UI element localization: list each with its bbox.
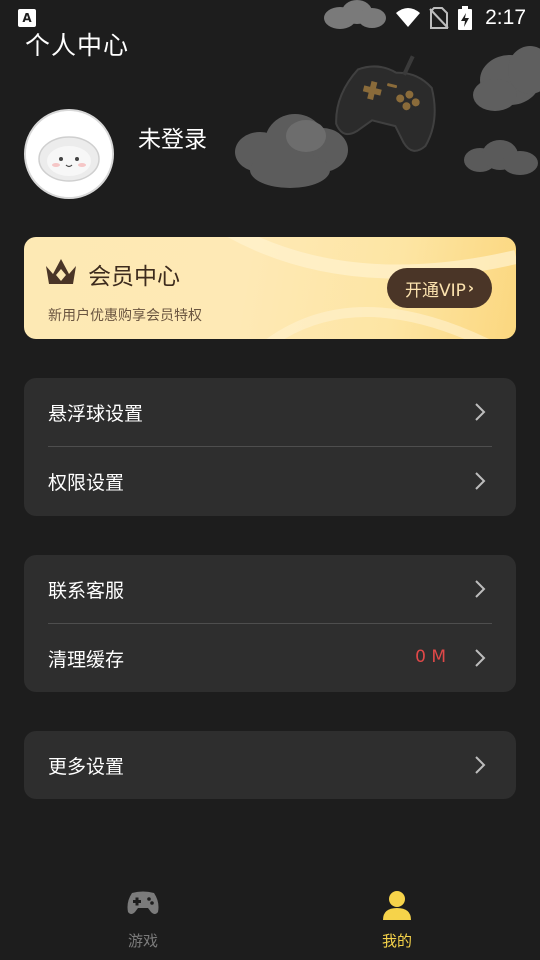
menu-item-label: 联系客服	[48, 580, 125, 602]
settings-card-2: 联系客服 清理缓存 0 M	[24, 555, 516, 692]
menu-item-label: 清理缓存	[48, 649, 125, 671]
open-vip-button[interactable]: 开通VIP ›	[387, 268, 492, 308]
floating-ball-settings-row[interactable]: 悬浮球设置	[24, 378, 516, 447]
chevron-right-icon	[475, 649, 486, 667]
gamepad-icon	[127, 891, 159, 914]
chevron-right-icon	[475, 403, 486, 421]
bottom-tab-bar: 游戏 我的	[0, 868, 540, 960]
chevron-right-icon	[475, 580, 486, 598]
chevron-right-icon	[475, 472, 486, 490]
screen: A 2:17 个人中心 未登录 会员中心 新用户优惠购享会员特权 开通VIP ›…	[0, 0, 540, 960]
vip-center-card[interactable]: 会员中心 新用户优惠购享会员特权 开通VIP ›	[24, 237, 516, 339]
vip-subtitle: 新用户优惠购享会员特权	[48, 308, 202, 324]
page-title: 个人中心	[25, 31, 130, 60]
more-settings-row[interactable]: 更多设置	[24, 731, 516, 800]
permission-settings-row[interactable]: 权限设置	[24, 447, 516, 516]
settings-card-1: 悬浮球设置 权限设置	[24, 378, 516, 516]
person-icon	[383, 891, 411, 920]
header-decoration-illustration	[235, 0, 540, 188]
tab-label: 我的	[381, 932, 412, 950]
menu-item-label: 悬浮球设置	[48, 403, 144, 425]
crown-icon	[46, 259, 76, 284]
menu-item-label: 权限设置	[48, 472, 125, 494]
avatar-mascot-icon	[26, 111, 112, 197]
chevron-right-icon: ›	[467, 279, 475, 297]
contact-support-row[interactable]: 联系客服	[24, 555, 516, 624]
tab-mine[interactable]: 我的	[262, 868, 532, 960]
vip-title: 会员中心	[88, 264, 180, 290]
tab-games[interactable]: 游戏	[8, 868, 278, 960]
cache-size-value: 0 M	[415, 647, 446, 667]
tab-label: 游戏	[127, 932, 158, 950]
chevron-right-icon	[475, 756, 486, 774]
app-notification-icon: A	[18, 9, 36, 27]
login-status-text[interactable]: 未登录	[138, 120, 207, 154]
settings-card-3: 更多设置	[24, 731, 516, 799]
clear-cache-row[interactable]: 清理缓存 0 M	[24, 624, 516, 693]
open-vip-label: 开通VIP	[404, 280, 466, 301]
menu-item-label: 更多设置	[48, 756, 125, 778]
avatar[interactable]	[24, 109, 114, 199]
